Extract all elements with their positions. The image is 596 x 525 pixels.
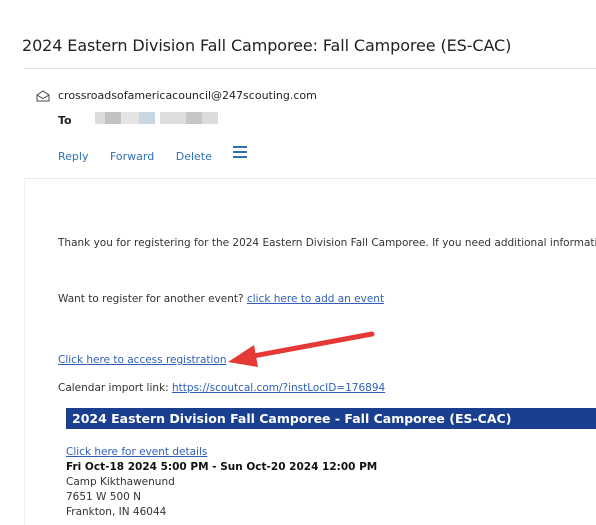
event-banner-title: 2024 Eastern Division Fall Camporee - Fa… [72,411,512,426]
reply-button[interactable]: Reply [58,150,88,163]
calendar-line: Calendar import link: https://scoutcal.c… [58,382,385,394]
to-label: To [58,114,72,127]
another-event-prompt: Want to register for another event? [58,293,247,305]
event-address-line1: 7651 W 500 N [66,491,142,503]
event-dates: Fri Oct-18 2024 5:00 PM - Sun Oct-20 202… [66,461,378,473]
calendar-label: Calendar import link: [58,382,173,394]
email-subject: 2024 Eastern Division Fall Camporee: Fal… [22,36,512,55]
redacted-recipient [160,112,186,124]
hamburger-menu-icon[interactable] [233,146,247,158]
access-registration-link[interactable]: Click here to access registration [58,354,227,366]
event-address-line2: Frankton, IN 46044 [66,506,167,518]
intro-text: Thank you for registering for the 2024 E… [58,237,596,249]
event-location-name: Camp Kikthawenund [66,476,175,488]
another-event-line: Want to register for another event? clic… [58,293,384,305]
access-registration-line: Click here to access registration [58,354,227,366]
envelope-open-icon [36,90,50,102]
event-details-link[interactable]: Click here for event details [66,446,207,458]
redacted-recipient [186,112,202,124]
calendar-import-link[interactable]: https://scoutcal.com/?instLocID=176894 [172,382,385,394]
forward-button[interactable]: Forward [110,150,154,163]
add-event-link[interactable]: click here to add an event [247,293,384,305]
redacted-recipient [121,112,139,124]
message-divider [24,178,596,179]
annotation-arrow-icon [228,331,375,367]
event-details-line: Click here for event details [66,446,207,458]
redacted-recipient [95,112,105,124]
redacted-recipient [105,112,121,124]
header-divider [24,68,596,69]
message-actions: Reply Forward Delete [58,150,230,163]
sender-address[interactable]: crossroadsofamericacouncil@247scouting.c… [58,89,317,102]
body-left-border [24,178,25,525]
delete-button[interactable]: Delete [176,150,212,163]
redacted-recipient [139,112,155,124]
redacted-recipient [202,112,218,124]
